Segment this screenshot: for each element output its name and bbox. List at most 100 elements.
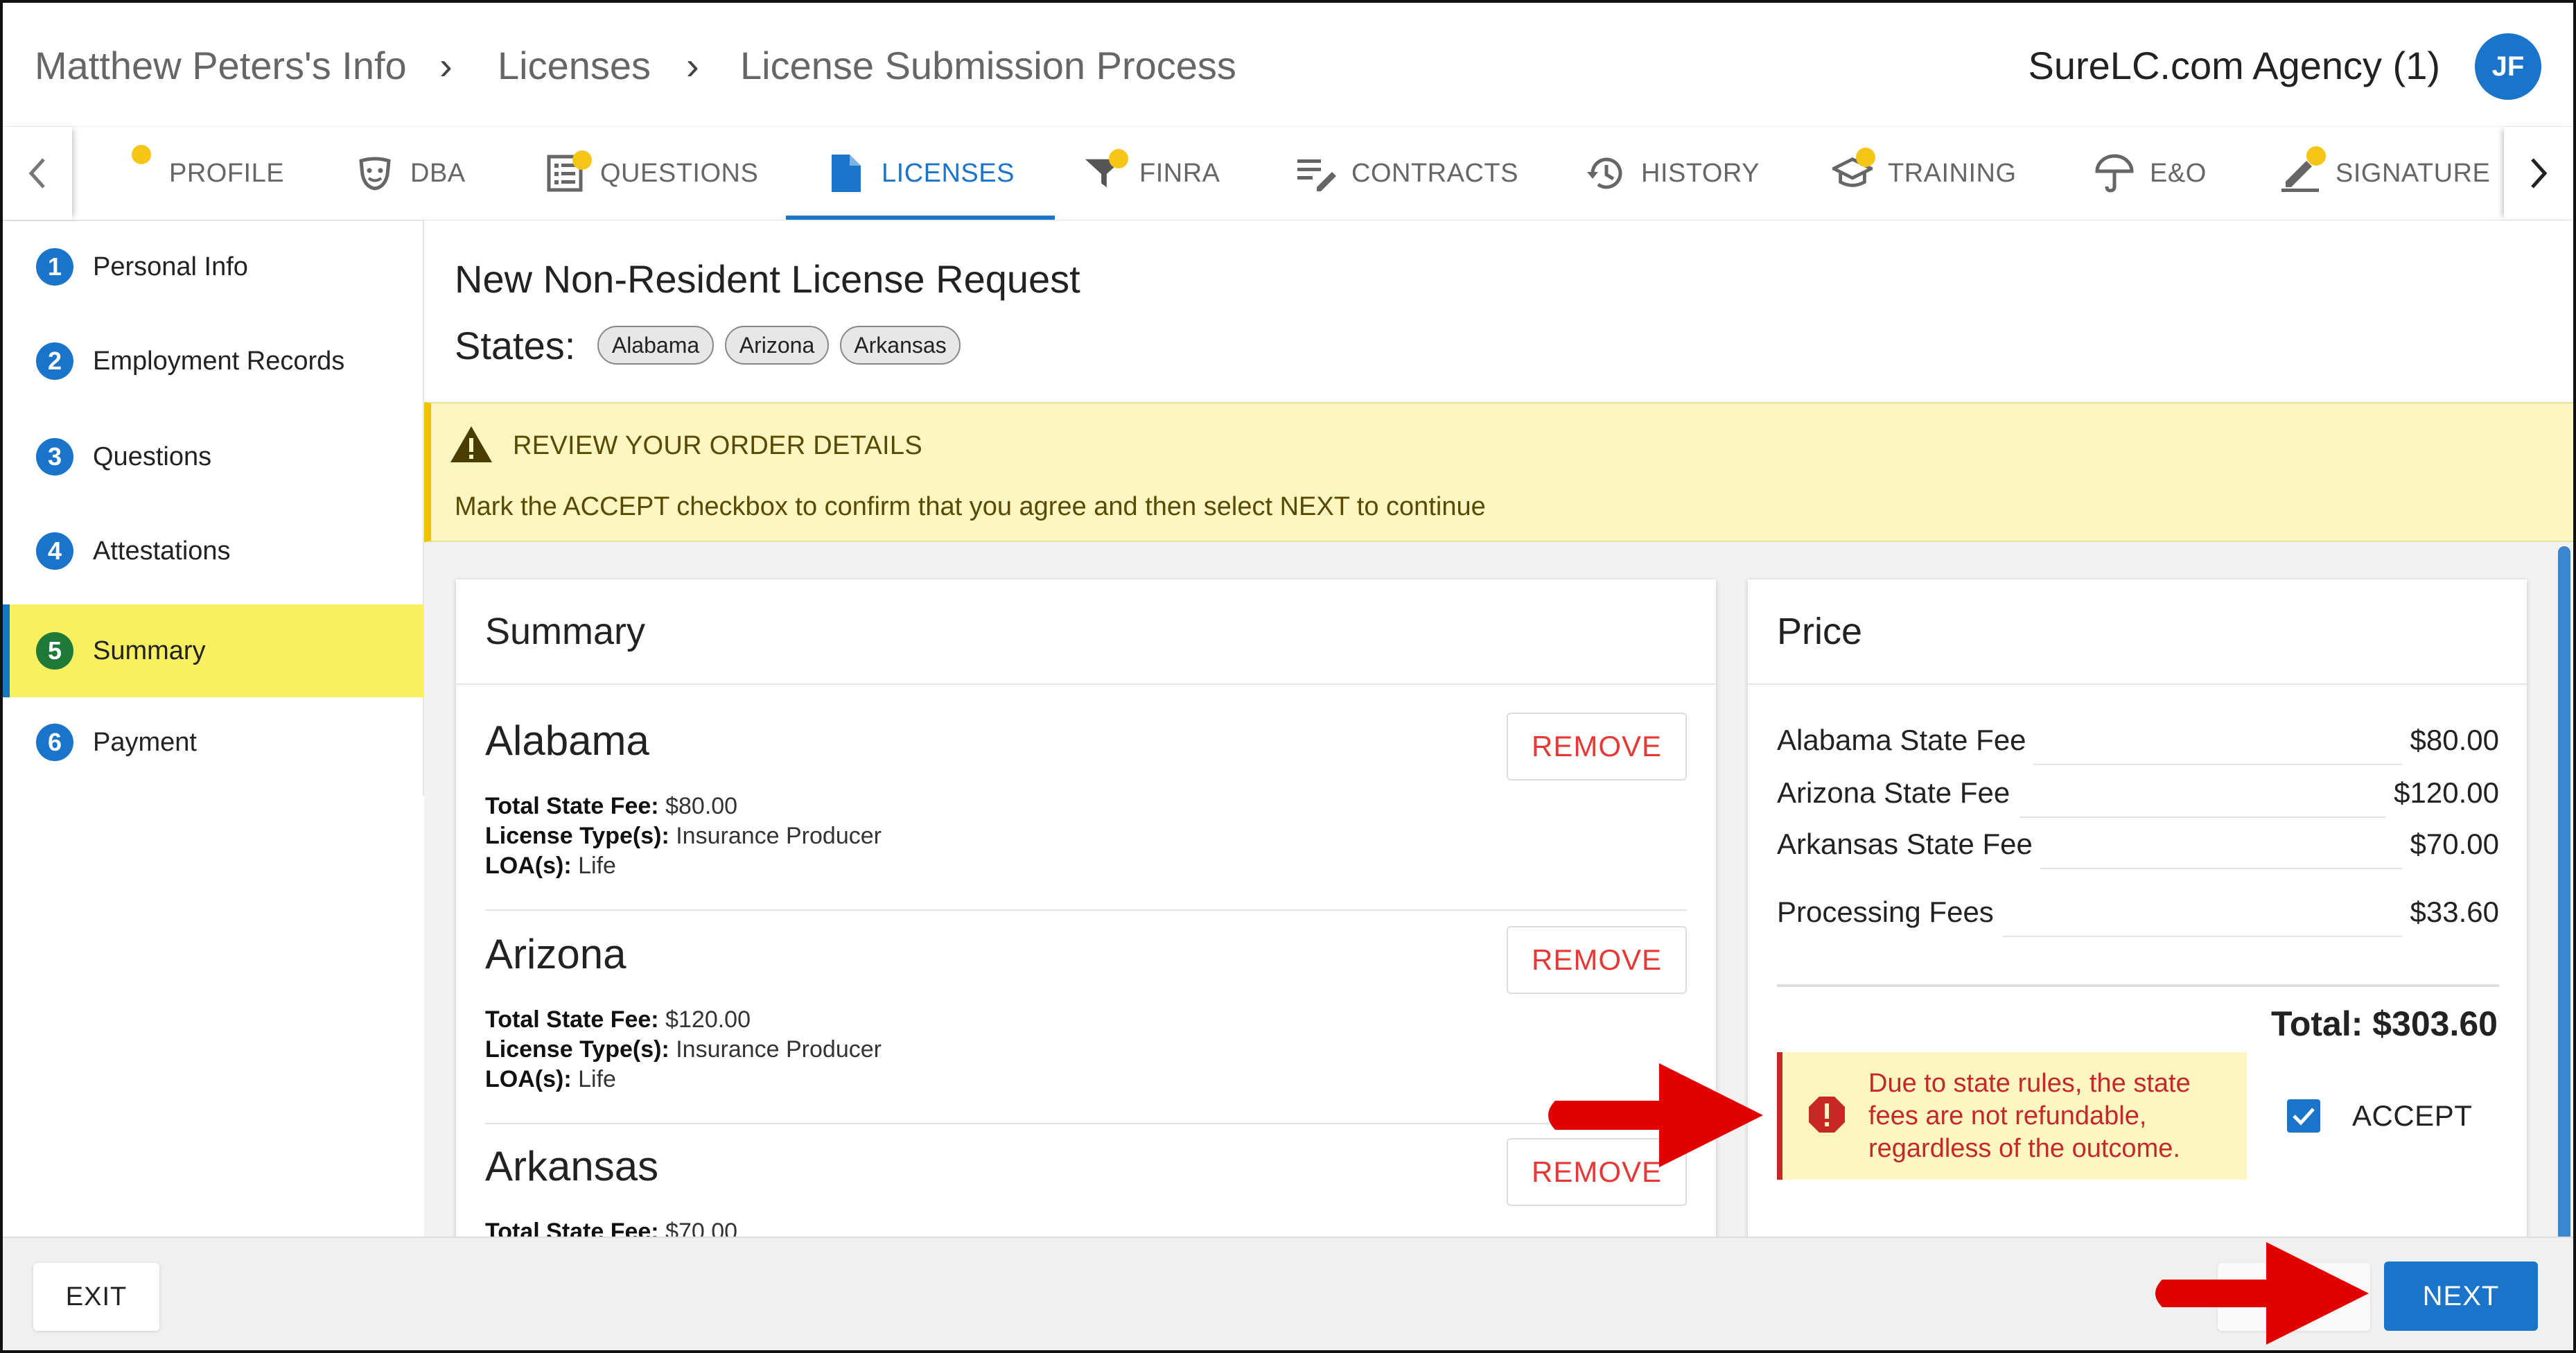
step-label: Attestations <box>93 536 231 566</box>
step-personal-info[interactable]: 1 Personal Info <box>3 220 419 313</box>
tab-label: TRAINING <box>1888 158 2017 188</box>
breadcrumb-licenses[interactable]: Licenses <box>498 43 651 88</box>
finra-icon <box>1084 149 1128 193</box>
umbrella-icon <box>2094 153 2135 193</box>
alert-title: REVIEW YOUR ORDER DETAILS <box>513 431 922 460</box>
loa-line: LOA(s): Life <box>485 853 616 879</box>
step-label: Payment <box>93 727 197 757</box>
signature-pen-icon <box>2280 146 2326 193</box>
scroll-tabs-left-button[interactable] <box>3 127 72 220</box>
step-number: 4 <box>36 532 73 570</box>
tab-label: LICENSES <box>882 158 1015 188</box>
divider <box>485 1123 1687 1124</box>
incomplete-dot-icon <box>572 150 592 170</box>
tab-label: CONTRACTS <box>1351 158 1518 188</box>
summary-item-arkansas: Arkansas Total State Fee: $70.00 REMOVE <box>485 1138 1687 1237</box>
next-button[interactable]: NEXT <box>2384 1262 2538 1331</box>
divider <box>485 909 1687 911</box>
breadcrumb-agent-info[interactable]: Matthew Peters's Info <box>35 43 407 88</box>
state-chip: Arkansas <box>840 326 961 365</box>
tab-history[interactable]: HISTORY <box>1586 127 1760 220</box>
avatar[interactable]: JF <box>2475 33 2541 100</box>
tab-dba[interactable]: DBA <box>355 127 466 220</box>
tab-eo[interactable]: E&O <box>2094 127 2207 220</box>
tab-label: E&O <box>2150 158 2207 188</box>
step-number: 6 <box>36 724 73 761</box>
chevron-left-icon <box>28 158 45 189</box>
checkmark-icon <box>2293 1108 2315 1126</box>
incomplete-dot-icon <box>1856 148 1875 167</box>
scrollbar[interactable] <box>2558 546 2570 1237</box>
step-sidebar: 1 Personal Info 2 Employment Records 3 Q… <box>3 220 426 796</box>
step-number: 1 <box>36 248 73 286</box>
state-fee-line: Total State Fee: $120.00 <box>485 1006 751 1033</box>
refund-notice-text: Due to state rules, the state fees are n… <box>1868 1069 2191 1163</box>
page-title: New Non-Resident License Request <box>455 257 1080 301</box>
state-chip: Arizona <box>725 326 829 365</box>
top-bar: Matthew Peters's Info › Licenses › Licen… <box>3 3 2573 126</box>
price-card-footer: Total: $303.60 Due to state rules, the s… <box>1748 220 2527 1237</box>
tab-training[interactable]: TRAINING <box>1832 127 2017 220</box>
incomplete-dot-icon <box>132 145 151 164</box>
exit-button[interactable]: EXIT <box>33 1263 159 1331</box>
agency-name[interactable]: SureLC.com Agency (1) <box>2029 43 2440 88</box>
scroll-tabs-right-button[interactable] <box>2504 127 2573 220</box>
tab-label: FINRA <box>1139 158 1220 188</box>
step-number: 3 <box>36 438 73 475</box>
order-total: Total: $303.60 <box>2270 1004 2498 1043</box>
remove-alabama-button[interactable]: REMOVE <box>1507 713 1687 780</box>
summary-title: Summary <box>485 611 646 652</box>
step-employment-records[interactable]: 2 Employment Records <box>3 315 419 408</box>
graduation-cap-icon <box>1832 148 1875 193</box>
state-fee-line: Total State Fee: $80.00 <box>485 793 738 819</box>
tab-label: QUESTIONS <box>600 158 759 188</box>
summary-item-arizona: Arizona Total State Fee: $120.00 License… <box>485 926 1687 1124</box>
states-label: States: <box>455 324 576 367</box>
tab-licenses[interactable]: LICENSES <box>786 127 1055 220</box>
tab-questions[interactable]: QUESTIONS <box>545 127 758 220</box>
tab-signature[interactable]: SIGNATURE <box>2280 127 2490 220</box>
chevron-right-icon: › <box>686 44 699 87</box>
refund-notice: Due to state rules, the state fees are n… <box>1777 1052 2247 1180</box>
step-payment[interactable]: 6 Payment <box>3 696 419 789</box>
accept-checkbox[interactable] <box>2287 1099 2320 1133</box>
step-summary[interactable]: 5 Summary <box>3 604 426 697</box>
theater-masks-icon <box>355 153 395 193</box>
warning-icon <box>450 426 492 462</box>
tab-profile[interactable]: PROFILE <box>132 127 285 220</box>
chevron-right-icon: › <box>439 44 453 87</box>
step-label: Questions <box>93 442 212 471</box>
summary-card: Summary Alabama Total State Fee: $80.00 … <box>456 579 1716 1237</box>
step-questions[interactable]: 3 Questions <box>3 410 419 503</box>
license-type-line: License Type(s): Insurance Producer <box>485 1036 882 1063</box>
tab-finra[interactable]: FINRA <box>1084 127 1220 220</box>
accept-label[interactable]: ACCEPT <box>2352 1099 2472 1133</box>
contracts-pen-icon <box>1296 153 1336 193</box>
step-attestations[interactable]: 4 Attestations <box>3 505 419 597</box>
tab-label: SIGNATURE <box>2336 158 2491 188</box>
incomplete-dot-icon <box>2306 146 2326 166</box>
state-fee-line: Total State Fee: $70.00 <box>485 1219 738 1237</box>
main-content: New Non-Resident License Request States:… <box>424 220 2573 1237</box>
remove-arizona-button[interactable]: REMOVE <box>1507 926 1687 994</box>
history-icon <box>1586 153 1626 193</box>
state-name: Alabama <box>485 717 649 764</box>
tab-label: DBA <box>410 158 466 188</box>
tab-label: PROFILE <box>169 158 285 188</box>
tab-contracts[interactable]: CONTRACTS <box>1296 127 1518 220</box>
chevron-right-icon <box>2531 158 2548 189</box>
profile-icon <box>132 145 151 193</box>
annotation-arrow-icon <box>1548 1063 1763 1167</box>
document-icon <box>826 153 866 193</box>
annotation-arrow-icon <box>2155 1242 2369 1345</box>
state-name: Arkansas <box>485 1143 659 1189</box>
divider <box>1777 984 2499 987</box>
error-icon <box>1809 1097 1845 1133</box>
license-type-line: License Type(s): Insurance Producer <box>485 823 882 849</box>
alert-message: Mark the ACCEPT checkbox to confirm that… <box>455 492 1486 521</box>
step-label: Summary <box>93 636 206 665</box>
questions-list-icon <box>545 150 592 193</box>
incomplete-dot-icon <box>1109 149 1128 168</box>
breadcrumb-current-page: License Submission Process <box>740 44 1236 87</box>
tab-bar: PROFILE DBA QUESTIONS LICENSES FINRA CON… <box>3 126 2573 221</box>
